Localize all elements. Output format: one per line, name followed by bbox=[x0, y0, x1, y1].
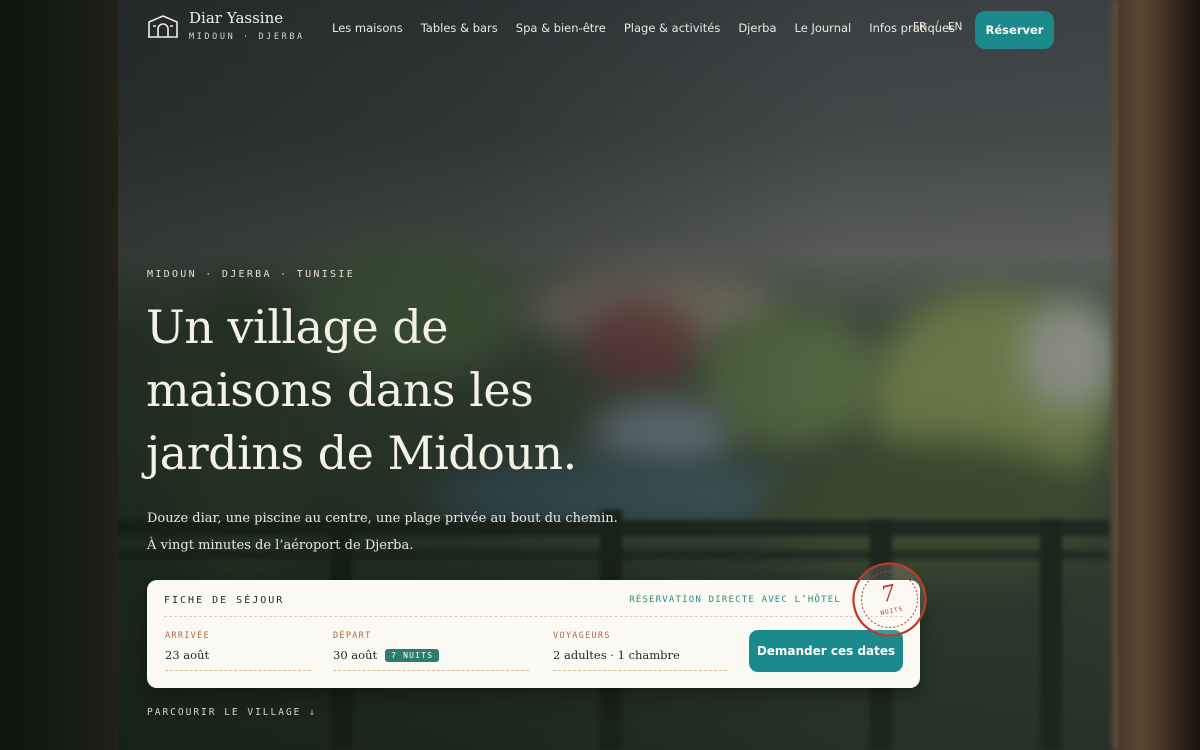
arrival-field[interactable]: ARRIVÉE 23 août bbox=[165, 631, 311, 671]
booking-card: FICHE DE SÉJOUR RÉSERVATION DIRECTE AVEC… bbox=[147, 580, 920, 688]
hero-subtitle-line: À vingt minutes de l’aéroport de Djerba. bbox=[147, 538, 414, 553]
reserve-button[interactable]: Réserver bbox=[975, 11, 1054, 49]
guests-field[interactable]: VOYAGEURS 2 adultes · 1 chambre bbox=[553, 631, 727, 671]
departure-label: DÉPART bbox=[333, 631, 372, 641]
lang-en[interactable]: EN bbox=[948, 21, 963, 33]
hero-title-line: Un village de bbox=[146, 300, 449, 354]
nights-stamp-icon: 7 NUITS bbox=[852, 562, 927, 637]
nav-journal[interactable]: Le Journal bbox=[795, 21, 852, 35]
hero-title-line: jardins de Midoun. bbox=[146, 426, 577, 480]
brand-name: Diar Yassine bbox=[189, 9, 284, 27]
language-switcher: FR / EN bbox=[913, 19, 963, 33]
arrival-value: 23 août bbox=[165, 648, 210, 662]
guests-value: 2 adultes · 1 chambre bbox=[553, 648, 680, 662]
lang-separator: / bbox=[935, 19, 939, 31]
nav-djerba[interactable]: Djerba bbox=[738, 21, 776, 35]
site-header: Diar Yassine MIDOUN · DJERBA Les maisons… bbox=[0, 0, 1200, 58]
hero-title: Un village de maisons dans les jardins d… bbox=[146, 296, 706, 485]
departure-value: 30 août bbox=[333, 648, 378, 662]
hero-eyebrow: MIDOUN · DJERBA · TUNISIE bbox=[147, 269, 356, 280]
brand-logo[interactable]: Diar Yassine MIDOUN · DJERBA bbox=[147, 10, 305, 42]
nav-les-maisons[interactable]: Les maisons bbox=[332, 21, 403, 35]
hero-title-line: maisons dans les bbox=[146, 363, 534, 417]
hero-subtitle-line: Douze diar, une piscine au centre, une p… bbox=[147, 511, 618, 526]
house-arch-icon bbox=[148, 15, 178, 38]
nav-spa[interactable]: Spa & bien-être bbox=[516, 21, 606, 35]
departure-field[interactable]: DÉPART 30 août 7 NUITS bbox=[333, 631, 529, 671]
lang-fr[interactable]: FR bbox=[913, 21, 926, 33]
scroll-hint-link[interactable]: PARCOURIR LE VILLAGE ↓ bbox=[147, 707, 317, 718]
field-underline bbox=[553, 670, 727, 671]
arrival-label: ARRIVÉE bbox=[165, 631, 210, 641]
guests-label: VOYAGEURS bbox=[553, 631, 611, 641]
booking-card-title: FICHE DE SÉJOUR bbox=[164, 595, 285, 606]
main-nav: Les maisons Tables & bars Spa & bien-êtr… bbox=[332, 21, 955, 35]
nav-tables-bars[interactable]: Tables & bars bbox=[421, 21, 498, 35]
field-underline bbox=[333, 670, 529, 671]
divider bbox=[164, 616, 903, 617]
field-underline bbox=[165, 670, 311, 671]
hero-subtitle: Douze diar, une piscine au centre, une p… bbox=[147, 505, 618, 559]
brand-subtitle: MIDOUN · DJERBA bbox=[189, 32, 305, 42]
nav-plage-activites[interactable]: Plage & activités bbox=[624, 21, 720, 35]
booking-card-note: RÉSERVATION DIRECTE AVEC L’HÔTEL bbox=[629, 595, 841, 605]
nights-badge: 7 NUITS bbox=[385, 648, 440, 662]
